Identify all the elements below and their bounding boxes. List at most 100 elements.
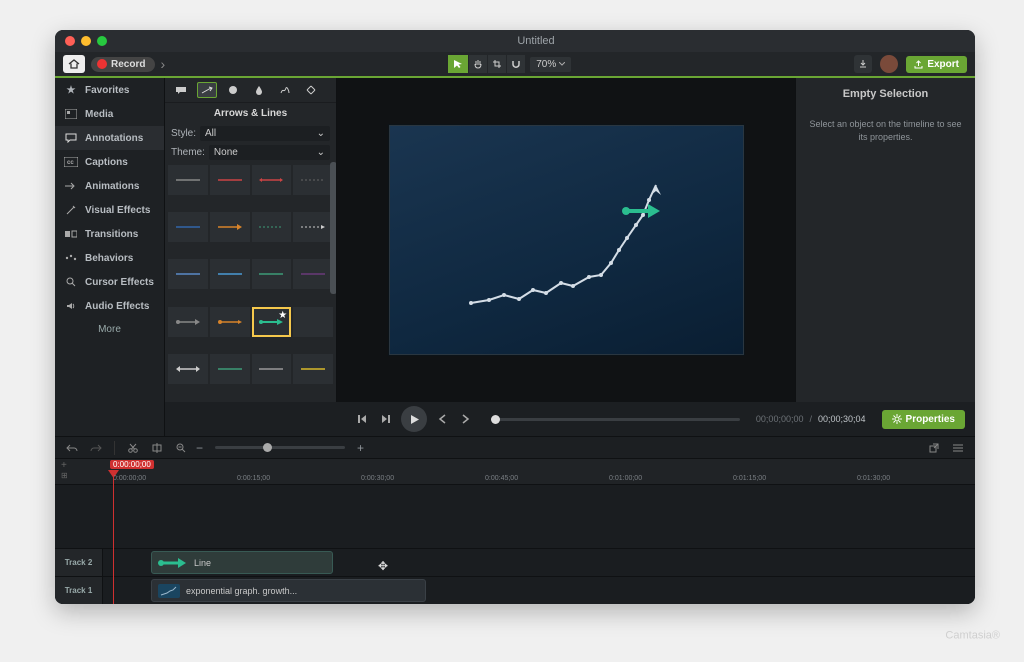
detach-timeline-button[interactable] [925, 440, 943, 456]
progress-bar[interactable] [491, 418, 740, 421]
window-title: Untitled [517, 35, 554, 47]
timeline-zoom-slider[interactable] [215, 446, 345, 449]
sketch-tab[interactable] [275, 82, 295, 98]
line-item[interactable] [168, 259, 208, 289]
theme-select[interactable]: None⌄ [209, 145, 330, 160]
track-2-row: Track 2 Line ✥ [55, 548, 975, 576]
line-item[interactable] [252, 165, 292, 195]
redo-button[interactable] [87, 440, 105, 456]
green-arrow-annotation[interactable] [622, 202, 662, 220]
line-item[interactable] [210, 307, 250, 337]
clip-line[interactable]: Line ✥ [151, 551, 333, 574]
properties-button[interactable]: Properties [882, 410, 965, 429]
chevron-down-icon [559, 62, 565, 66]
track-2-header[interactable]: Track 2 [55, 549, 103, 576]
record-button[interactable]: Record [91, 57, 155, 72]
line-item[interactable] [168, 212, 208, 242]
close-window-icon[interactable] [65, 36, 75, 46]
step-forward-button[interactable] [457, 410, 475, 428]
crop-tool-button[interactable] [488, 55, 506, 73]
sidebar-more[interactable]: More [55, 318, 164, 341]
time-current: 00;00;00;00 [756, 414, 804, 424]
sidebar-item-animations[interactable]: Animations [55, 174, 164, 198]
split-button[interactable] [148, 440, 166, 456]
line-item[interactable] [168, 307, 208, 337]
sidebar-item-transitions[interactable]: Transitions [55, 222, 164, 246]
sidebar-item-cursor-effects[interactable]: Cursor Effects [55, 270, 164, 294]
shapes-tab[interactable] [223, 82, 243, 98]
step-back-button[interactable] [433, 410, 451, 428]
play-button[interactable] [401, 406, 427, 432]
blur-tab[interactable] [249, 82, 269, 98]
time-total: 00;00;30;04 [818, 414, 866, 424]
canvas-area[interactable] [337, 78, 795, 402]
cut-button[interactable] [124, 440, 142, 456]
playhead-time: 0:00:00;00 [110, 460, 154, 469]
animations-icon [64, 179, 78, 193]
properties-message: Select an object on the timeline to see … [806, 118, 965, 143]
sidebar-item-captions[interactable]: ccCaptions [55, 150, 164, 174]
progress-thumb[interactable] [491, 415, 500, 424]
line-item[interactable] [293, 212, 333, 242]
arrows-tab[interactable] [197, 82, 217, 98]
sidebar-item-audio-effects[interactable]: Audio Effects [55, 294, 164, 318]
callouts-tab[interactable] [171, 82, 191, 98]
export-icon [914, 60, 923, 69]
sidebar-item-behaviors[interactable]: Behaviors [55, 246, 164, 270]
line-item[interactable] [252, 259, 292, 289]
track-1-lane[interactable]: exponential graph. growth... [103, 577, 975, 604]
maximize-window-icon[interactable] [97, 36, 107, 46]
playhead-line[interactable] [113, 470, 114, 604]
line-item[interactable] [293, 354, 333, 384]
line-item[interactable] [252, 212, 292, 242]
record-dropdown-icon[interactable]: › [160, 56, 165, 72]
ruler-tick: 0:00:15;00 [237, 475, 270, 482]
line-item[interactable] [210, 259, 250, 289]
user-avatar[interactable] [880, 55, 898, 73]
minimize-window-icon[interactable] [81, 36, 91, 46]
line-item[interactable] [210, 165, 250, 195]
zoom-dropdown[interactable]: 70% [530, 57, 571, 72]
star-icon: ★ [64, 83, 78, 97]
select-tool-button[interactable] [448, 55, 468, 73]
magnet-tool-button[interactable] [507, 55, 525, 73]
track-2-lane[interactable]: Line ✥ [103, 549, 975, 576]
clip-graph[interactable]: exponential graph. growth... [151, 579, 426, 602]
ruler-tick: 0:01:00;00 [609, 475, 642, 482]
timeline-menu-button[interactable] [949, 440, 967, 456]
line-item[interactable] [252, 354, 292, 384]
undo-button[interactable] [63, 440, 81, 456]
library-scrollbar[interactable] [330, 162, 336, 294]
sidebar-item-media[interactable]: Media [55, 102, 164, 126]
green-arrow-icon [158, 557, 188, 569]
home-button[interactable] [63, 55, 85, 73]
sidebar-item-favorites[interactable]: ★Favorites [55, 78, 164, 102]
line-item[interactable] [293, 259, 333, 289]
download-button[interactable] [854, 55, 872, 73]
line-item[interactable] [293, 307, 333, 337]
record-icon [97, 59, 107, 69]
line-item[interactable] [210, 212, 250, 242]
line-item[interactable] [168, 165, 208, 195]
zoom-thumb[interactable] [263, 443, 272, 452]
keystroke-tab[interactable] [301, 82, 321, 98]
export-button[interactable]: Export [906, 56, 967, 73]
next-frame-button[interactable] [377, 410, 395, 428]
sidebar-item-annotations[interactable]: Annotations [55, 126, 164, 150]
zoom-out-button[interactable] [172, 440, 190, 456]
timeline-ruler[interactable]: +⊞ 0:00:00;00 0:00:00;000:00:15;000:00:3… [55, 459, 975, 485]
ruler-tick: 0:01:30;00 [857, 475, 890, 482]
zoom-value: 70% [536, 59, 556, 70]
line-item-selected[interactable]: ★ [252, 307, 292, 337]
track-1-header[interactable]: Track 1 [55, 577, 103, 604]
library-panel: Arrows & Lines Style: All⌄ Theme: None⌄ [165, 78, 337, 402]
library-grid: ★ [165, 162, 336, 402]
sidebar-item-visual-effects[interactable]: Visual Effects [55, 198, 164, 222]
prev-frame-button[interactable] [353, 410, 371, 428]
style-select[interactable]: All⌄ [200, 126, 330, 141]
pan-tool-button[interactable] [469, 55, 487, 73]
line-item[interactable] [293, 165, 333, 195]
behaviors-icon [64, 251, 78, 265]
line-item[interactable] [168, 354, 208, 384]
line-item[interactable] [210, 354, 250, 384]
